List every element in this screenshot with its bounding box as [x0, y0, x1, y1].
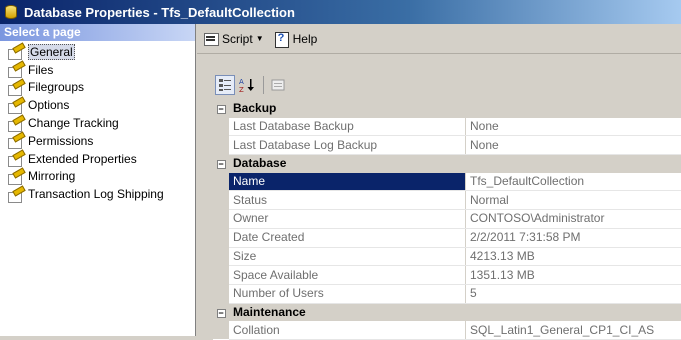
property-grid-toolbar: A Z — [215, 74, 290, 96]
help-button[interactable]: Help — [274, 31, 318, 47]
collapse-icon[interactable]: − — [217, 160, 226, 169]
svg-text:Z: Z — [239, 86, 244, 93]
category-label: Maintenance — [229, 303, 681, 321]
chevron-down-icon[interactable]: ▼ — [256, 34, 264, 43]
page-item-label: Options — [28, 98, 69, 112]
page-item-label: Permissions — [28, 134, 93, 148]
page-item-general[interactable]: General — [0, 43, 195, 61]
property-row[interactable]: Size 4213.13 MB — [213, 247, 681, 266]
property-name: Owner — [229, 210, 466, 229]
help-label: Help — [293, 32, 318, 46]
svg-text:A: A — [239, 78, 244, 86]
property-value: 2/2/2011 7:31:58 PM — [466, 228, 681, 247]
page-item-label: Files — [28, 63, 53, 77]
page-item-label: Extended Properties — [28, 152, 137, 166]
category-row-maintenance[interactable]: − Maintenance — [213, 303, 681, 321]
property-name: Date Created — [229, 228, 466, 247]
collapse-icon[interactable]: − — [217, 105, 226, 114]
property-page-icon — [8, 117, 24, 130]
property-page-icon — [8, 45, 24, 58]
page-item-filegroups[interactable]: Filegroups — [0, 79, 195, 97]
property-page-icon — [8, 134, 24, 147]
page-item-label: Transaction Log Shipping — [28, 187, 164, 201]
property-row[interactable]: Date Created 2/2/2011 7:31:58 PM — [213, 228, 681, 247]
property-name: Space Available — [229, 266, 466, 285]
property-pages-button[interactable] — [268, 75, 288, 95]
page-item-transaction-log-shipping[interactable]: Transaction Log Shipping — [0, 185, 195, 203]
script-button[interactable]: Script ▼ — [203, 31, 264, 47]
categorized-button[interactable] — [215, 75, 235, 95]
script-label: Script — [222, 32, 253, 46]
property-page-icon — [8, 81, 24, 94]
property-value: CONTOSO\Administrator — [466, 210, 681, 229]
property-name: Status — [229, 191, 466, 210]
window-title: Database Properties - Tfs_DefaultCollect… — [24, 5, 295, 20]
property-name: Size — [229, 247, 466, 266]
property-value: SQL_Latin1_General_CP1_CI_AS — [466, 321, 681, 339]
property-page-icon — [8, 188, 24, 201]
help-icon — [274, 31, 290, 47]
property-row[interactable]: Space Available 1351.13 MB — [213, 266, 681, 285]
property-page-icon — [8, 170, 24, 183]
dialog-toolbar: Script ▼ Help — [197, 24, 681, 54]
property-row[interactable]: Collation SQL_Latin1_General_CP1_CI_AS — [213, 321, 681, 339]
page-item-label: Change Tracking — [28, 116, 119, 130]
categorized-icon — [218, 78, 232, 92]
property-value: Tfs_DefaultCollection — [466, 173, 681, 191]
property-page-icon — [8, 99, 24, 112]
property-pages-icon — [271, 79, 285, 91]
property-value: Normal — [466, 191, 681, 210]
page-item-label: Mirroring — [28, 169, 75, 183]
property-row[interactable]: Last Database Backup None — [213, 118, 681, 136]
property-grid: − Backup Last Database Backup None Last … — [213, 100, 681, 340]
property-row[interactable]: Last Database Log Backup None — [213, 136, 681, 155]
property-row[interactable]: Owner CONTOSO\Administrator — [213, 210, 681, 229]
category-label: Database — [229, 155, 681, 173]
script-icon — [203, 31, 219, 47]
alphabetical-button[interactable]: A Z — [237, 75, 257, 95]
page-item-change-tracking[interactable]: Change Tracking — [0, 114, 195, 132]
property-name: Name — [229, 173, 466, 191]
property-name: Last Database Backup — [229, 118, 466, 136]
property-row[interactable]: Status Normal — [213, 191, 681, 210]
property-row[interactable]: Number of Users 5 — [213, 284, 681, 303]
select-page-header: Select a page — [0, 24, 195, 41]
category-label: Backup — [229, 100, 681, 118]
property-page-icon — [8, 63, 24, 76]
page-item-mirroring[interactable]: Mirroring — [0, 168, 195, 186]
page-item-label: General — [28, 44, 75, 60]
properties-content: Script ▼ Help A Z — [197, 24, 681, 336]
property-row-selected[interactable]: Name Tfs_DefaultCollection — [213, 173, 681, 191]
category-row-backup[interactable]: − Backup — [213, 100, 681, 118]
property-name: Last Database Log Backup — [229, 136, 466, 155]
alphabetical-sort-icon: A Z — [239, 77, 255, 93]
page-item-files[interactable]: Files — [0, 61, 195, 79]
property-name: Number of Users — [229, 284, 466, 303]
page-item-permissions[interactable]: Permissions — [0, 132, 195, 150]
property-page-icon — [8, 152, 24, 165]
property-name: Collation — [229, 321, 466, 339]
select-page-panel: Select a page General Files Filegroups O… — [0, 24, 196, 336]
property-value: 4213.13 MB — [466, 247, 681, 266]
page-list: General Files Filegroups Options Change … — [0, 41, 195, 203]
category-row-database[interactable]: − Database — [213, 155, 681, 173]
window-titlebar: Database Properties - Tfs_DefaultCollect… — [0, 0, 681, 24]
page-item-label: Filegroups — [28, 80, 84, 94]
property-value: None — [466, 136, 681, 155]
database-icon — [4, 4, 18, 20]
property-value: None — [466, 118, 681, 136]
page-item-options[interactable]: Options — [0, 96, 195, 114]
collapse-icon[interactable]: − — [217, 309, 226, 318]
property-value: 1351.13 MB — [466, 266, 681, 285]
property-value: 5 — [466, 284, 681, 303]
toolbar-separator — [263, 76, 264, 94]
page-item-extended-properties[interactable]: Extended Properties — [0, 150, 195, 168]
